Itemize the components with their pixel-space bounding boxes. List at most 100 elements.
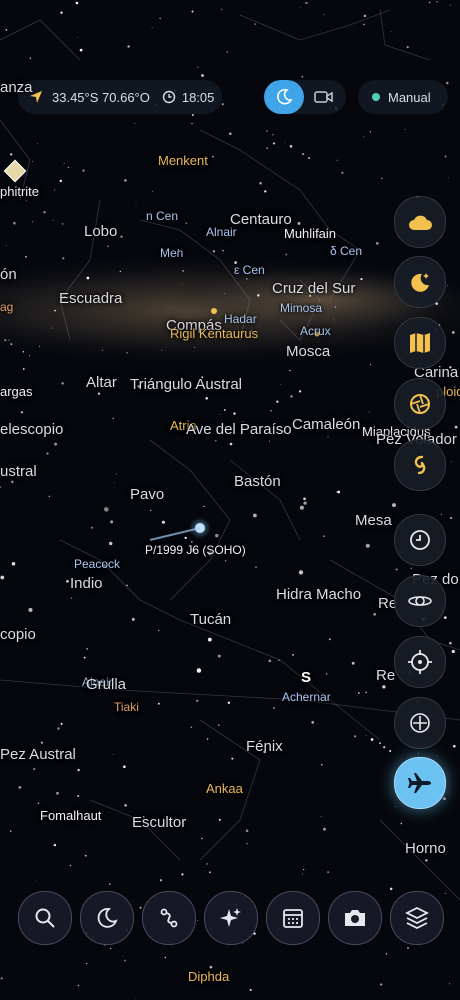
star-label[interactable]: Men	[160, 247, 183, 259]
star-point	[379, 742, 381, 745]
time-button[interactable]	[394, 514, 446, 566]
constellation-label[interactable]: ón	[0, 267, 17, 282]
star-label[interactable]: Fomalhaut	[40, 809, 101, 822]
night-sky-button[interactable]	[394, 256, 446, 308]
calendar-button[interactable]	[266, 891, 320, 945]
constellation-label[interactable]: copio	[0, 627, 36, 642]
star-label[interactable]: Muhlifain	[284, 227, 336, 240]
aperture-button[interactable]	[394, 378, 446, 430]
planets-button[interactable]	[394, 575, 446, 627]
comet-label[interactable]: P/1999 J6 (SOHO)	[145, 544, 246, 556]
constellation-label[interactable]: Ave del Paraíso	[186, 422, 292, 437]
video-button[interactable]	[304, 80, 344, 114]
mode-selector[interactable]: Manual	[358, 80, 448, 114]
path-button[interactable]	[142, 891, 196, 945]
constellation-label[interactable]: elescopio	[0, 422, 63, 437]
star-point	[124, 959, 126, 962]
star-label[interactable]: Achernar	[282, 691, 331, 703]
star-point	[102, 349, 104, 351]
constellation-label[interactable]: Pavo	[130, 487, 164, 502]
constellation-label[interactable]: Tucán	[190, 612, 231, 627]
sparkle-button[interactable]	[204, 891, 258, 945]
star-point	[395, 568, 398, 571]
star-point	[112, 417, 114, 420]
constellation-label[interactable]: Cruz del Sur	[272, 281, 355, 296]
star-label[interactable]: argas	[0, 385, 33, 398]
constellation-label[interactable]: Lobo	[84, 224, 117, 239]
layers-button[interactable]	[390, 891, 444, 945]
deep-sky-button[interactable]	[394, 439, 446, 491]
star-point	[185, 222, 188, 224]
constellation-label[interactable]: Escuadra	[59, 291, 122, 306]
star-point	[395, 806, 396, 808]
star-label[interactable]: Peacock	[74, 558, 120, 570]
constellation-label[interactable]: Fénix	[246, 739, 283, 754]
star-point	[5, 244, 7, 246]
moon-button[interactable]	[80, 891, 134, 945]
constellation-label[interactable]: anza	[0, 80, 33, 95]
star-label[interactable]: Acrux	[300, 325, 331, 337]
constellation-label[interactable]: Indio	[70, 576, 103, 591]
constellation-label[interactable]: Re	[376, 668, 395, 683]
star-point	[182, 269, 185, 272]
star-label[interactable]: Ankaa	[206, 782, 243, 795]
star-point	[444, 155, 447, 158]
star-label[interactable]: Rigil Kentaurus	[170, 327, 258, 340]
constellation-label[interactable]: Altar	[86, 375, 117, 390]
star-label[interactable]: Tiaki	[114, 701, 139, 713]
move-icon	[410, 713, 430, 733]
star-label[interactable]: Diphda	[188, 970, 229, 983]
star-point	[276, 400, 279, 403]
star-label[interactable]: Mimosa	[280, 302, 322, 314]
constellation-label[interactable]: Centauro	[230, 212, 292, 227]
star-point	[292, 654, 294, 656]
constellation-label[interactable]: Pez Austral	[0, 747, 76, 762]
sparkle-icon	[220, 908, 241, 927]
constellation-label[interactable]: Escultor	[132, 815, 186, 830]
constellation-label[interactable]: Bastón	[234, 474, 281, 489]
constellation-label[interactable]: Mosca	[286, 344, 330, 359]
sky-map[interactable]	[0, 0, 460, 1000]
search-button[interactable]	[18, 891, 72, 945]
star-point	[191, 10, 194, 13]
star-label[interactable]: δ Cen	[330, 245, 362, 257]
star-point	[61, 223, 64, 225]
star-point	[18, 785, 22, 789]
star-point	[40, 741, 44, 744]
star-point	[184, 536, 187, 540]
star-point	[428, 1, 431, 4]
star-label[interactable]: phitrite	[0, 185, 39, 198]
star-label[interactable]: Hadar	[224, 313, 257, 325]
move-button[interactable]	[394, 697, 446, 749]
flight-mode-button[interactable]	[394, 757, 446, 809]
star-point	[451, 649, 455, 654]
night-mode-button[interactable]	[264, 80, 304, 114]
weather-button[interactable]	[394, 196, 446, 248]
constellation-label[interactable]: Horno	[405, 841, 446, 856]
target-button[interactable]	[394, 636, 446, 688]
star-label[interactable]: ε Cen	[234, 264, 265, 276]
constellation-label[interactable]: Triángulo Austral	[130, 377, 242, 392]
star-point	[86, 962, 88, 964]
constellation-label[interactable]: Camaleón	[292, 417, 360, 432]
location-pill[interactable]: 33.45°S 70.66°O 18:05	[18, 80, 222, 114]
star-point	[285, 253, 288, 256]
constellation-label[interactable]: Mesa	[355, 513, 392, 528]
star-label[interactable]: n Cen	[146, 210, 178, 222]
star-point	[205, 397, 208, 400]
star-point	[337, 490, 341, 494]
camera-button[interactable]	[328, 891, 382, 945]
constellation-label[interactable]: Hidra Macho	[276, 587, 361, 602]
star-point	[110, 948, 112, 950]
star-label[interactable]: Alnair	[206, 226, 237, 238]
clock-small-icon	[162, 90, 176, 104]
constellation-label[interactable]: Grulla	[86, 677, 126, 692]
star-point	[300, 7, 302, 9]
constellation-label[interactable]: ustral	[0, 464, 37, 479]
map-button[interactable]	[394, 317, 446, 369]
star-point	[266, 130, 268, 132]
planet-ring-icon	[408, 596, 432, 606]
star-point	[270, 410, 272, 412]
star-label[interactable]: ag	[0, 301, 13, 313]
star-label[interactable]: Menkent	[158, 154, 208, 167]
